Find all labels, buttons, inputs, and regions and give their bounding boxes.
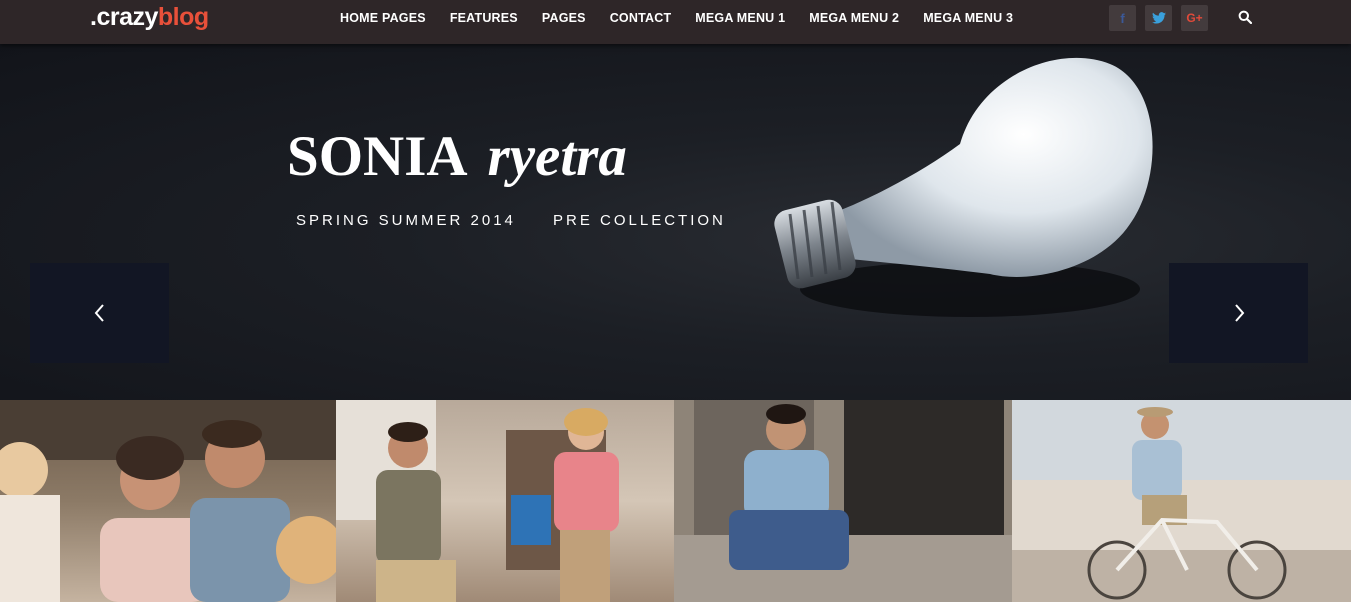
facebook-glyph: f [1120,10,1125,26]
hero-title: SONIA ryetra [287,124,627,190]
hero-slider: SONIA ryetra SPRING SUMMER 2014 PRE COLLE… [0,44,1351,400]
google-plus-icon[interactable]: G+ [1181,5,1208,31]
nav-mega-menu-2[interactable]: MEGA MENU 2 [809,11,899,25]
couple-photo [336,400,619,602]
chevron-right-icon [1234,304,1244,322]
friends-photo [0,400,336,602]
logo-text-prefix: .crazy [90,3,158,31]
nav-mega-menu-1[interactable]: MEGA MENU 1 [695,11,785,25]
slider-next-button[interactable] [1169,263,1308,363]
google-plus-glyph: G+ [1186,11,1203,25]
man-cycling-photo [1012,400,1351,602]
nav-home-pages[interactable]: HOME PAGES [340,11,426,25]
nav-mega-menu-3[interactable]: MEGA MENU 3 [923,11,1013,25]
social-links: f t G+ [1109,5,1217,31]
chevron-left-icon [94,304,104,322]
nav-contact[interactable]: CONTACT [610,11,672,25]
facebook-icon[interactable]: f [1109,5,1136,31]
hero-subtitle-season: SPRING SUMMER 2014 [296,212,516,229]
photo-couple-bike[interactable] [336,400,674,602]
photo-man-sitting[interactable] [674,400,1012,602]
man-sitting-photo [674,400,1012,602]
lightbulb-image [774,57,1153,317]
slider-prev-button[interactable] [30,263,169,363]
logo-text-suffix: blog [157,3,209,31]
nav-pages[interactable]: PAGES [542,11,586,25]
site-header: .crazyblog HOME PAGES FEATURES PAGES CON… [0,0,1351,44]
main-nav: HOME PAGES FEATURES PAGES CONTACT MEGA M… [340,0,1037,36]
hero-title-word1: SONIA [287,125,468,188]
site-logo[interactable]: .crazyblog [90,3,209,31]
twitter-icon[interactable]: t [1145,5,1172,31]
nav-features[interactable]: FEATURES [450,11,518,25]
hero-title-word2: ryetra [487,125,627,188]
search-icon[interactable] [1238,10,1254,26]
twitter-glyph [1151,12,1166,24]
featured-image-strip [0,400,1351,602]
hero-subtitle-collection: PRE COLLECTION [553,212,726,229]
photo-friends-laughing[interactable] [0,400,336,602]
photo-man-cycling[interactable] [1012,400,1351,602]
